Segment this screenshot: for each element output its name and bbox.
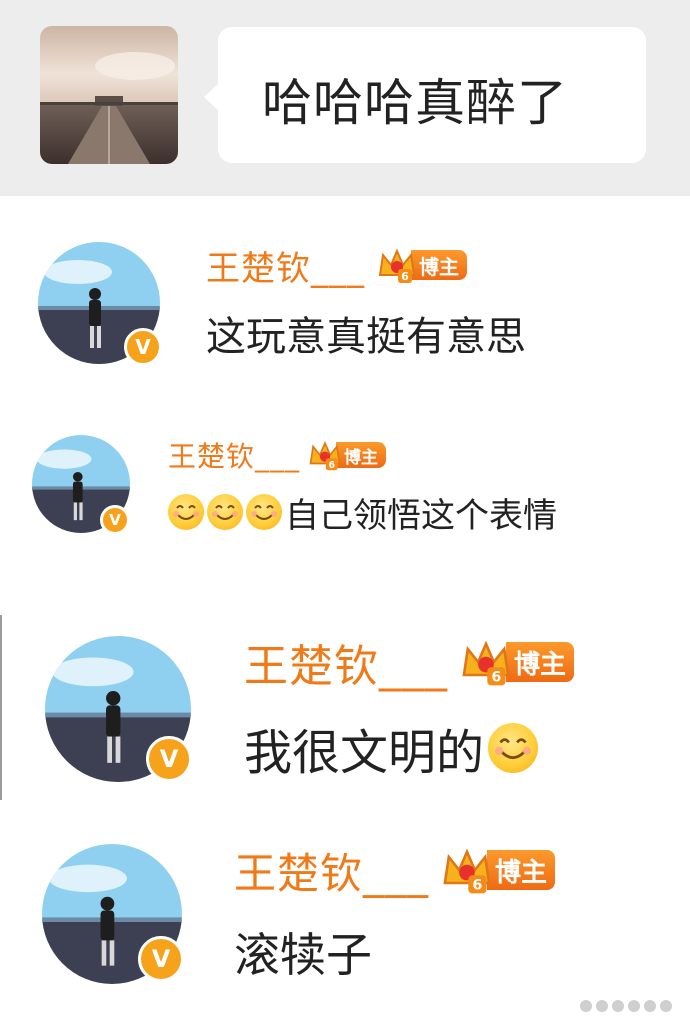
watermark-dots bbox=[580, 1000, 672, 1012]
verified-badge-icon: V bbox=[100, 505, 130, 535]
comment-text: 自己领悟这个表情 bbox=[285, 495, 557, 536]
quoted-message-section: 哈哈哈真醉了 bbox=[0, 0, 690, 196]
svg-text:6: 6 bbox=[472, 878, 482, 894]
comment-text: 我很文明的 bbox=[244, 725, 485, 781]
username-row: 王楚钦___ 6 博主 bbox=[206, 244, 467, 289]
username[interactable]: 王楚钦___ bbox=[168, 435, 300, 475]
username-row: 王楚钦___ 6 博主 bbox=[168, 435, 387, 475]
verified-badge-icon: V bbox=[146, 736, 192, 782]
username-row: 王楚钦___ 6 博主 bbox=[234, 840, 556, 901]
blogger-label: 博主 bbox=[506, 642, 575, 682]
username[interactable]: 王楚钦___ bbox=[244, 630, 448, 694]
verified-badge-icon: V bbox=[124, 328, 162, 366]
username-row: 王楚钦___ 6 博主 bbox=[244, 634, 575, 692]
smile-emoji-icon bbox=[207, 494, 243, 530]
comment-item: V 王楚钦___ 6 博主 这玩意真挺有意思 bbox=[0, 230, 690, 380]
blogger-label: 博主 bbox=[411, 250, 467, 280]
comment-item: V 王楚钦___ 6 博主 我很文明的 bbox=[0, 620, 690, 805]
blogger-label: 博主 bbox=[336, 442, 387, 468]
smile-emoji-icon bbox=[246, 494, 282, 530]
comment-text: 这玩意真挺有意思 bbox=[206, 314, 526, 360]
crown-level-icon: 6 bbox=[460, 636, 512, 688]
comment-text-row: 这玩意真挺有意思 bbox=[206, 308, 526, 360]
message-text: 哈哈哈真醉了 bbox=[262, 74, 568, 132]
crown-level-icon: 6 bbox=[377, 245, 417, 285]
comment-text-row: 自己领悟这个表情 bbox=[168, 490, 557, 536]
blogger-badge: 6 博主 bbox=[377, 245, 467, 285]
blogger-badge: 6 博主 bbox=[441, 844, 556, 896]
comment-item: V 王楚钦___ 6 博主 滚犊子 bbox=[0, 830, 690, 1000]
svg-text:6: 6 bbox=[491, 670, 501, 686]
comment-text-row: 滚犊子 bbox=[234, 922, 372, 982]
comment-text-row: 我很文明的 bbox=[244, 718, 539, 781]
crown-level-icon: 6 bbox=[441, 844, 493, 896]
comment-item: V 王楚钦___ 6 博主 自己领悟这个表情 bbox=[0, 425, 690, 565]
blogger-badge: 6 博主 bbox=[308, 438, 387, 472]
smile-emoji-icon bbox=[168, 494, 204, 530]
road-photo-avatar-icon bbox=[40, 26, 178, 164]
message-bubble[interactable]: 哈哈哈真醉了 bbox=[204, 27, 646, 163]
sender-avatar[interactable] bbox=[40, 26, 178, 164]
blogger-label: 博主 bbox=[487, 850, 556, 890]
svg-text:6: 6 bbox=[401, 270, 409, 283]
svg-text:6: 6 bbox=[329, 460, 336, 471]
verified-badge-icon: V bbox=[138, 936, 184, 982]
comment-text: 滚犊子 bbox=[234, 928, 372, 982]
username[interactable]: 王楚钦___ bbox=[234, 840, 429, 901]
smile-emoji-icon bbox=[488, 723, 539, 773]
username[interactable]: 王楚钦___ bbox=[206, 241, 365, 290]
blogger-badge: 6 博主 bbox=[460, 636, 575, 688]
crown-level-icon: 6 bbox=[308, 438, 342, 472]
